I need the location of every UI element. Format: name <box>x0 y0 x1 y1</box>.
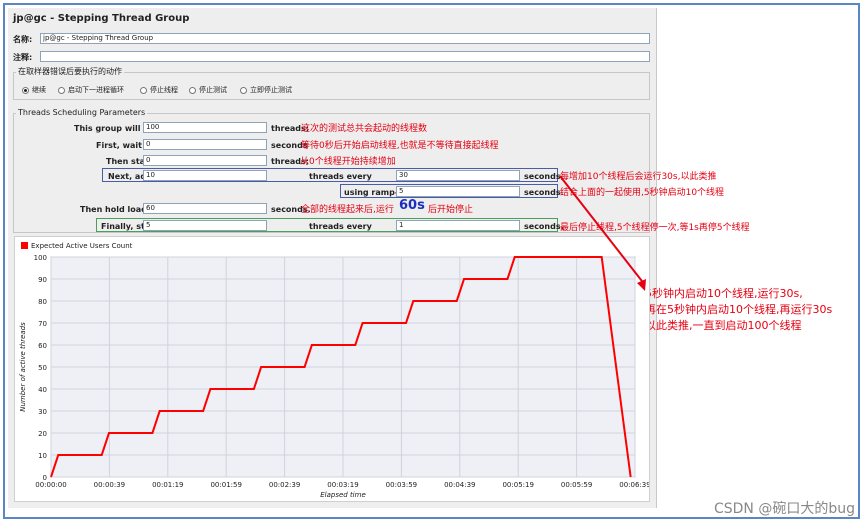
annotation-arrow-layer <box>559 175 646 291</box>
watermark: CSDN @碗口大的bug <box>713 501 855 517</box>
annotation-arrow <box>559 175 646 286</box>
